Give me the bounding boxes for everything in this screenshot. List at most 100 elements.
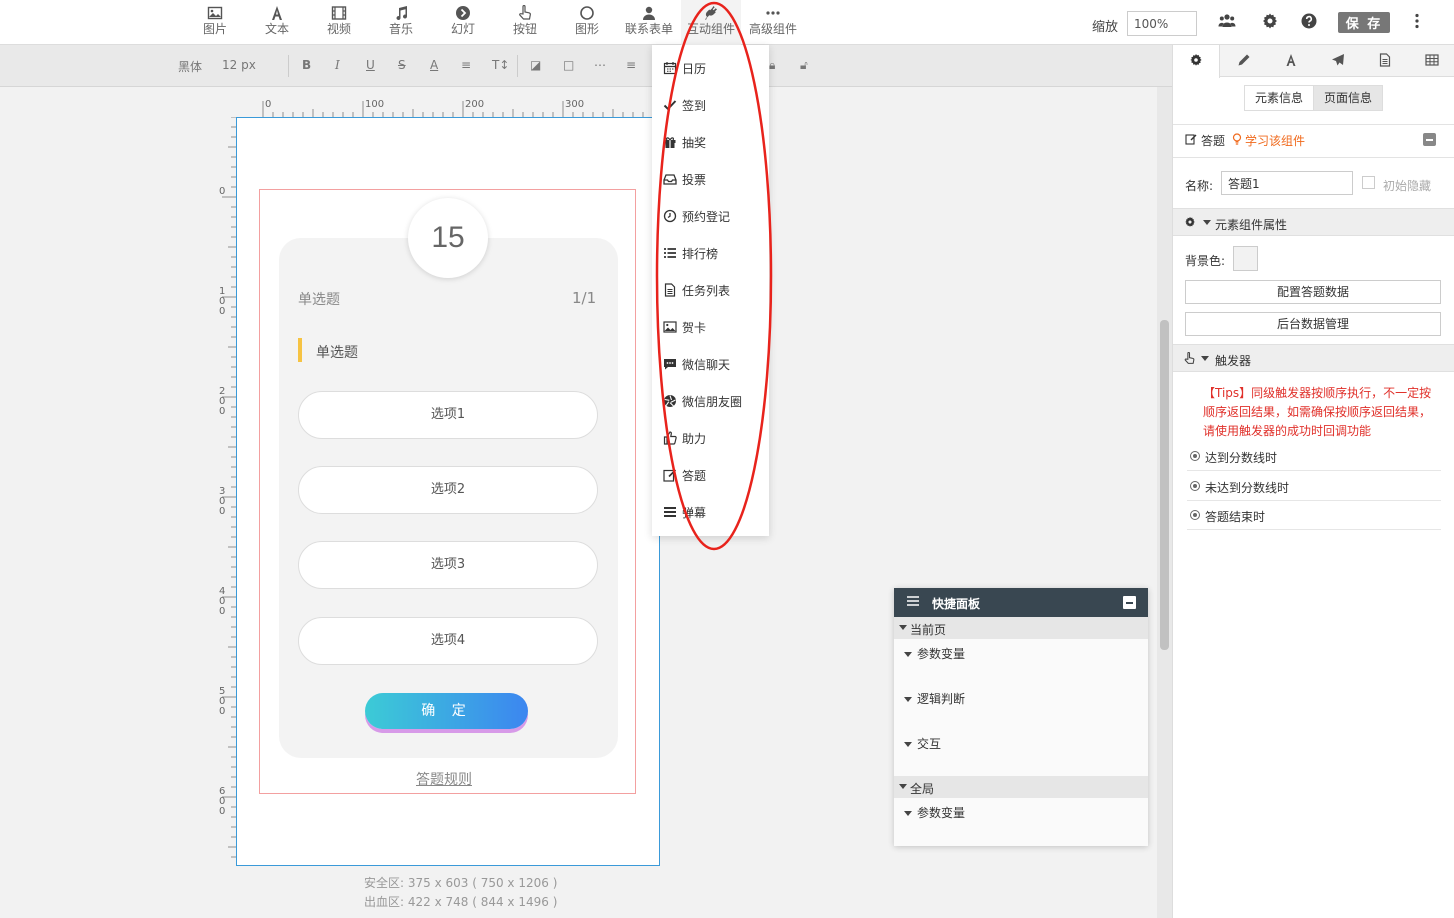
quick-panel-group-current[interactable]: 当前页: [894, 617, 1148, 639]
divider: [1173, 157, 1454, 158]
menu-item-appointment[interactable]: 预约登记: [652, 204, 769, 228]
question-type-label: 单选题: [298, 292, 340, 308]
confirm-button[interactable]: 确 定: [365, 693, 528, 729]
toolbar-text-button[interactable]: 文本: [247, 0, 307, 45]
quick-panel-item[interactable]: 逻辑判断: [904, 690, 965, 707]
font-family-select[interactable]: 黑体: [178, 58, 202, 75]
quick-panel: 快捷面板 当前页 参数变量 逻辑判断 交互 全局 参数变量: [894, 588, 1148, 846]
toolbar-image-button[interactable]: 图片: [185, 0, 245, 45]
more-vertical-icon[interactable]: [1408, 12, 1428, 32]
border-style-icon[interactable]: ⋯: [594, 58, 606, 72]
document-icon: [663, 283, 677, 297]
save-button[interactable]: 保 存: [1338, 12, 1390, 33]
quick-panel-item[interactable]: 参数变量: [904, 645, 965, 662]
ruler-label: 200: [465, 99, 484, 110]
tab-style[interactable]: [1220, 45, 1267, 77]
trigger-item[interactable]: 答题结束时: [1187, 501, 1441, 530]
toolbar-advanced-button[interactable]: 高级组件: [743, 0, 803, 45]
align-left-icon[interactable]: ≡: [461, 58, 471, 72]
trigger-section[interactable]: 触发器: [1173, 344, 1454, 372]
menu-item-leaderboard[interactable]: 排行榜: [652, 241, 769, 265]
unlock-icon[interactable]: 🔓︎: [800, 58, 808, 73]
toolbar-button-button[interactable]: 按钮: [495, 0, 555, 45]
toolbar-video-button[interactable]: 视频: [309, 0, 369, 45]
caret-down-icon: [1201, 356, 1209, 361]
toolbar-slideshow-button[interactable]: 幻灯: [433, 0, 493, 45]
ruler-vertical: 0100200300400500600: [219, 117, 236, 858]
trigger-tips: 【Tips】同级触发器按顺序执行，不一定按顺序返回结果，如需确保按顺序返回结果，…: [1203, 386, 1432, 438]
lock-icon[interactable]: 🔒︎: [769, 58, 775, 73]
help-icon[interactable]: [1300, 12, 1320, 32]
tab-text[interactable]: [1267, 45, 1314, 77]
italic-icon[interactable]: I: [335, 58, 340, 72]
quick-panel-group-global[interactable]: 全局: [894, 776, 1148, 798]
toolbar-music-button[interactable]: 音乐: [371, 0, 431, 45]
canvas-scrollbar-thumb[interactable]: [1160, 320, 1169, 650]
inbox-icon: [663, 172, 677, 186]
underline-icon[interactable]: U: [366, 58, 375, 72]
learn-component-link[interactable]: 学习该组件: [1245, 132, 1305, 149]
ruler-label: 0: [219, 306, 225, 317]
menu-item-label: 签到: [682, 99, 707, 113]
quiz-option[interactable]: 选项4: [298, 617, 598, 665]
text-height-icon[interactable]: T↕: [492, 58, 509, 72]
quick-panel-header[interactable]: 快捷面板: [894, 588, 1148, 617]
toolbar-interactive-button[interactable]: 互动组件: [681, 0, 741, 45]
quick-panel-item[interactable]: 交互: [904, 735, 941, 752]
tab-animation[interactable]: [1314, 45, 1361, 77]
font-size-select[interactable]: 12 px: [222, 58, 256, 72]
fill-color-icon[interactable]: ◪: [530, 58, 541, 72]
collapse-icon[interactable]: [1123, 596, 1136, 609]
properties-tabs: [1173, 45, 1454, 78]
tab-settings[interactable]: [1173, 45, 1220, 78]
toolbar-text-label: 文本: [264, 22, 289, 36]
layer-icon[interactable]: ≡: [626, 58, 636, 72]
font-color-icon[interactable]: A: [430, 58, 438, 72]
radio-icon: [1190, 510, 1200, 520]
menu-item-checkin[interactable]: 签到: [652, 93, 769, 117]
menu-item-label: 弹幕: [682, 506, 707, 520]
quiz-option[interactable]: 选项2: [298, 466, 598, 514]
menu-item-greeting-card[interactable]: 贺卡: [652, 315, 769, 339]
menu-item-calendar[interactable]: 日历: [652, 56, 769, 80]
collapse-icon[interactable]: [1423, 133, 1436, 146]
name-input[interactable]: [1221, 171, 1353, 195]
menu-item-vote[interactable]: 投票: [652, 167, 769, 191]
strikethrough-icon[interactable]: S: [398, 58, 406, 72]
bg-color-swatch[interactable]: [1233, 246, 1258, 271]
menu-item-task-list[interactable]: 任务列表: [652, 278, 769, 302]
segment-element-info[interactable]: 元素信息: [1244, 85, 1314, 111]
backend-data-button[interactable]: 后台数据管理: [1185, 312, 1441, 336]
menu-item-boost[interactable]: 助力: [652, 426, 769, 450]
element-props-section[interactable]: 元素组件属性: [1173, 208, 1454, 236]
quiz-option[interactable]: 选项3: [298, 541, 598, 589]
quiz-option[interactable]: 选项1: [298, 391, 598, 439]
settings-icon[interactable]: [1261, 12, 1281, 32]
toolbar-interactive-label: 互动组件: [686, 22, 735, 36]
config-quiz-data-button[interactable]: 配置答题数据: [1185, 280, 1441, 304]
zoom-input[interactable]: [1127, 11, 1197, 36]
toolbar-music-label: 音乐: [388, 22, 413, 36]
menu-item-quiz[interactable]: 答题: [652, 463, 769, 487]
menu-item-wechat-chat[interactable]: 微信聊天: [652, 352, 769, 376]
trigger-item[interactable]: 未达到分数线时: [1187, 472, 1441, 501]
tab-table[interactable]: [1408, 45, 1454, 77]
tab-page[interactable]: [1361, 45, 1408, 77]
menu-item-label: 贺卡: [682, 321, 707, 335]
quiz-rules-link[interactable]: 答题规则: [416, 769, 472, 789]
team-icon[interactable]: [1218, 12, 1238, 32]
component-name: 答题: [1201, 134, 1226, 148]
quick-panel-item[interactable]: 参数变量: [904, 804, 965, 821]
trigger-item[interactable]: 达到分数线时: [1187, 442, 1441, 471]
toolbar-contact-form-button[interactable]: 联系表单: [619, 0, 679, 45]
menu-item-label: 微信聊天: [682, 358, 731, 372]
countdown-timer[interactable]: 15: [408, 198, 488, 278]
toolbar-shape-button[interactable]: 图形: [557, 0, 617, 45]
menu-item-lottery[interactable]: 抽奖: [652, 130, 769, 154]
menu-item-wechat-moments[interactable]: 微信朋友圈: [652, 389, 769, 413]
border-icon[interactable]: □: [563, 58, 574, 72]
initial-hide-checkbox[interactable]: [1362, 176, 1375, 189]
menu-item-barrage[interactable]: 弹幕: [652, 500, 769, 524]
bold-icon[interactable]: B: [302, 58, 311, 72]
segment-page-info[interactable]: 页面信息: [1313, 85, 1383, 111]
